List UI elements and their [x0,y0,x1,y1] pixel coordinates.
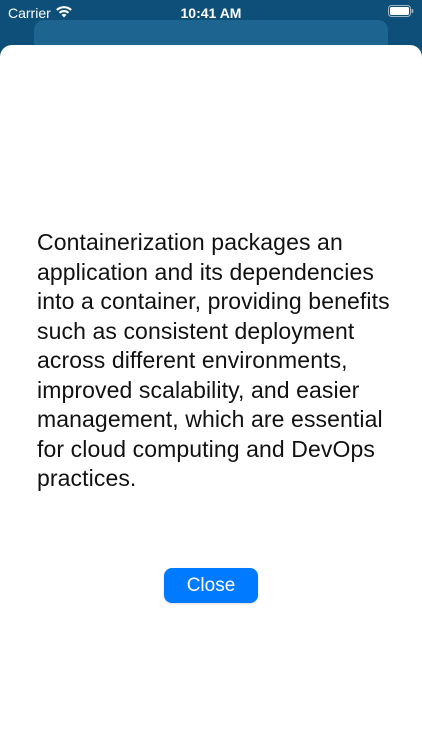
clock-time: 10:41 AM [180,5,242,21]
close-button[interactable]: Close [164,568,258,603]
modal-sheet: Containerization packages an application… [0,45,422,750]
battery-icon [388,5,414,17]
info-message: Containerization packages an application… [37,229,390,491]
